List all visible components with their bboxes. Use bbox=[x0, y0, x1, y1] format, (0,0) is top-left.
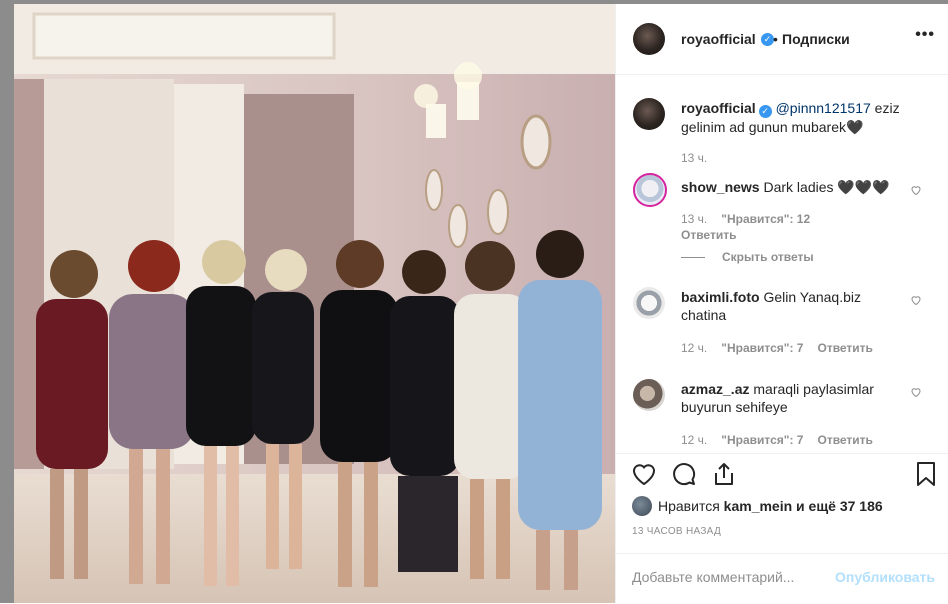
caption-avatar[interactable] bbox=[633, 98, 665, 130]
reply-button[interactable]: Ответить bbox=[817, 433, 872, 447]
comment-likes[interactable]: "Нравится": 7 bbox=[721, 433, 803, 447]
post-photo[interactable] bbox=[14, 4, 615, 603]
window-left-edge bbox=[0, 0, 14, 603]
heart-icon[interactable] bbox=[910, 294, 922, 306]
hide-replies-button[interactable]: Скрыть ответы bbox=[722, 250, 814, 264]
caption-mention[interactable]: @pinnn121517 bbox=[776, 100, 871, 116]
likes-count[interactable]: и ещё 37 186 bbox=[792, 498, 883, 514]
reply-button[interactable]: Ответить bbox=[681, 228, 736, 242]
add-comment-input[interactable]: Добавьте комментарий... bbox=[632, 569, 794, 585]
heart-icon[interactable] bbox=[910, 386, 922, 398]
comment-time[interactable]: 12 ч. bbox=[681, 341, 707, 355]
comment-text: azmaz_.az maraqli paylasimlar buyurun se… bbox=[681, 380, 911, 416]
separator-dot: • bbox=[773, 31, 778, 47]
comment-time[interactable]: 13 ч. bbox=[681, 212, 707, 226]
liker-avatar bbox=[632, 496, 652, 516]
more-options-icon[interactable]: ••• bbox=[915, 26, 935, 44]
comment-username[interactable]: show_news bbox=[681, 179, 760, 195]
likes-summary[interactable]: Нравится kam_mein и ещё 37 186 bbox=[632, 496, 883, 516]
instagram-post-window: royaofficial ✓ • Подписки ••• royaoffici… bbox=[0, 0, 948, 603]
comment-avatar[interactable] bbox=[633, 379, 665, 411]
comment-meta: 12 ч. "Нравится": 7 Ответить bbox=[681, 341, 873, 355]
caption-text: royaofficial ✓ @pinnn121517 eziz gelinim … bbox=[681, 99, 941, 136]
caption-username[interactable]: royaofficial bbox=[681, 100, 756, 116]
comment-body-line2: chatina bbox=[681, 307, 727, 323]
post-side-panel: royaofficial ✓ • Подписки ••• royaoffici… bbox=[615, 4, 948, 603]
comment-likes[interactable]: "Нравится": 12 bbox=[721, 212, 810, 226]
verified-badge-icon: ✓ bbox=[758, 105, 772, 118]
caption-time[interactable]: 13 ч. bbox=[681, 151, 707, 165]
comment-icon[interactable] bbox=[670, 460, 698, 488]
bookmark-icon[interactable] bbox=[912, 460, 940, 488]
comment-avatar[interactable] bbox=[633, 173, 667, 207]
caption-text-line2: gelinim ad gunun mubarek🖤 bbox=[681, 119, 864, 135]
comment-body: maraqli paylasimlar bbox=[749, 381, 874, 397]
action-bar bbox=[616, 453, 948, 498]
comment-time[interactable]: 12 ч. bbox=[681, 433, 707, 447]
hide-replies-line bbox=[681, 257, 705, 258]
comment-username[interactable]: azmaz_.az bbox=[681, 381, 749, 397]
following-button[interactable]: Подписки bbox=[782, 31, 850, 47]
comment-username[interactable]: baximli.foto bbox=[681, 289, 760, 305]
post-header: royaofficial ✓ • Подписки ••• bbox=[616, 4, 948, 75]
add-comment-bar: Добавьте комментарий... Опубликовать bbox=[616, 553, 948, 604]
author-avatar[interactable] bbox=[633, 23, 665, 55]
share-icon[interactable] bbox=[710, 460, 738, 488]
post-time-ago[interactable]: 13 ЧАСОВ НАЗАД bbox=[632, 526, 721, 537]
comment-text: show_news Dark ladies 🖤🖤🖤 bbox=[681, 178, 911, 196]
comment-meta: 12 ч. "Нравится": 7 Ответить bbox=[681, 433, 873, 447]
likes-prefix: Нравится bbox=[658, 498, 724, 514]
heart-icon[interactable] bbox=[630, 460, 658, 488]
comment-body: Gelin Yanaq.biz bbox=[759, 289, 862, 305]
comments-list[interactable]: royaofficial ✓ @pinnn121517 eziz gelinim … bbox=[616, 75, 948, 453]
comment-text: baximli.foto Gelin Yanaq.biz chatina bbox=[681, 288, 911, 324]
comment-avatar[interactable] bbox=[633, 287, 665, 319]
comment-meta: 13 ч. "Нравится": 12 bbox=[681, 212, 810, 226]
comment-body-line2: buyurun sehifeye bbox=[681, 399, 788, 415]
caption-text-rest: eziz bbox=[870, 100, 900, 116]
author-username[interactable]: royaofficial bbox=[681, 31, 756, 47]
comment-body: Dark ladies 🖤🖤🖤 bbox=[759, 179, 890, 195]
publish-button[interactable]: Опубликовать bbox=[835, 569, 935, 585]
liker-username[interactable]: kam_mein bbox=[724, 498, 792, 514]
comment-likes[interactable]: "Нравится": 7 bbox=[721, 341, 803, 355]
heart-icon[interactable] bbox=[910, 184, 922, 196]
reply-button[interactable]: Ответить bbox=[817, 341, 872, 355]
